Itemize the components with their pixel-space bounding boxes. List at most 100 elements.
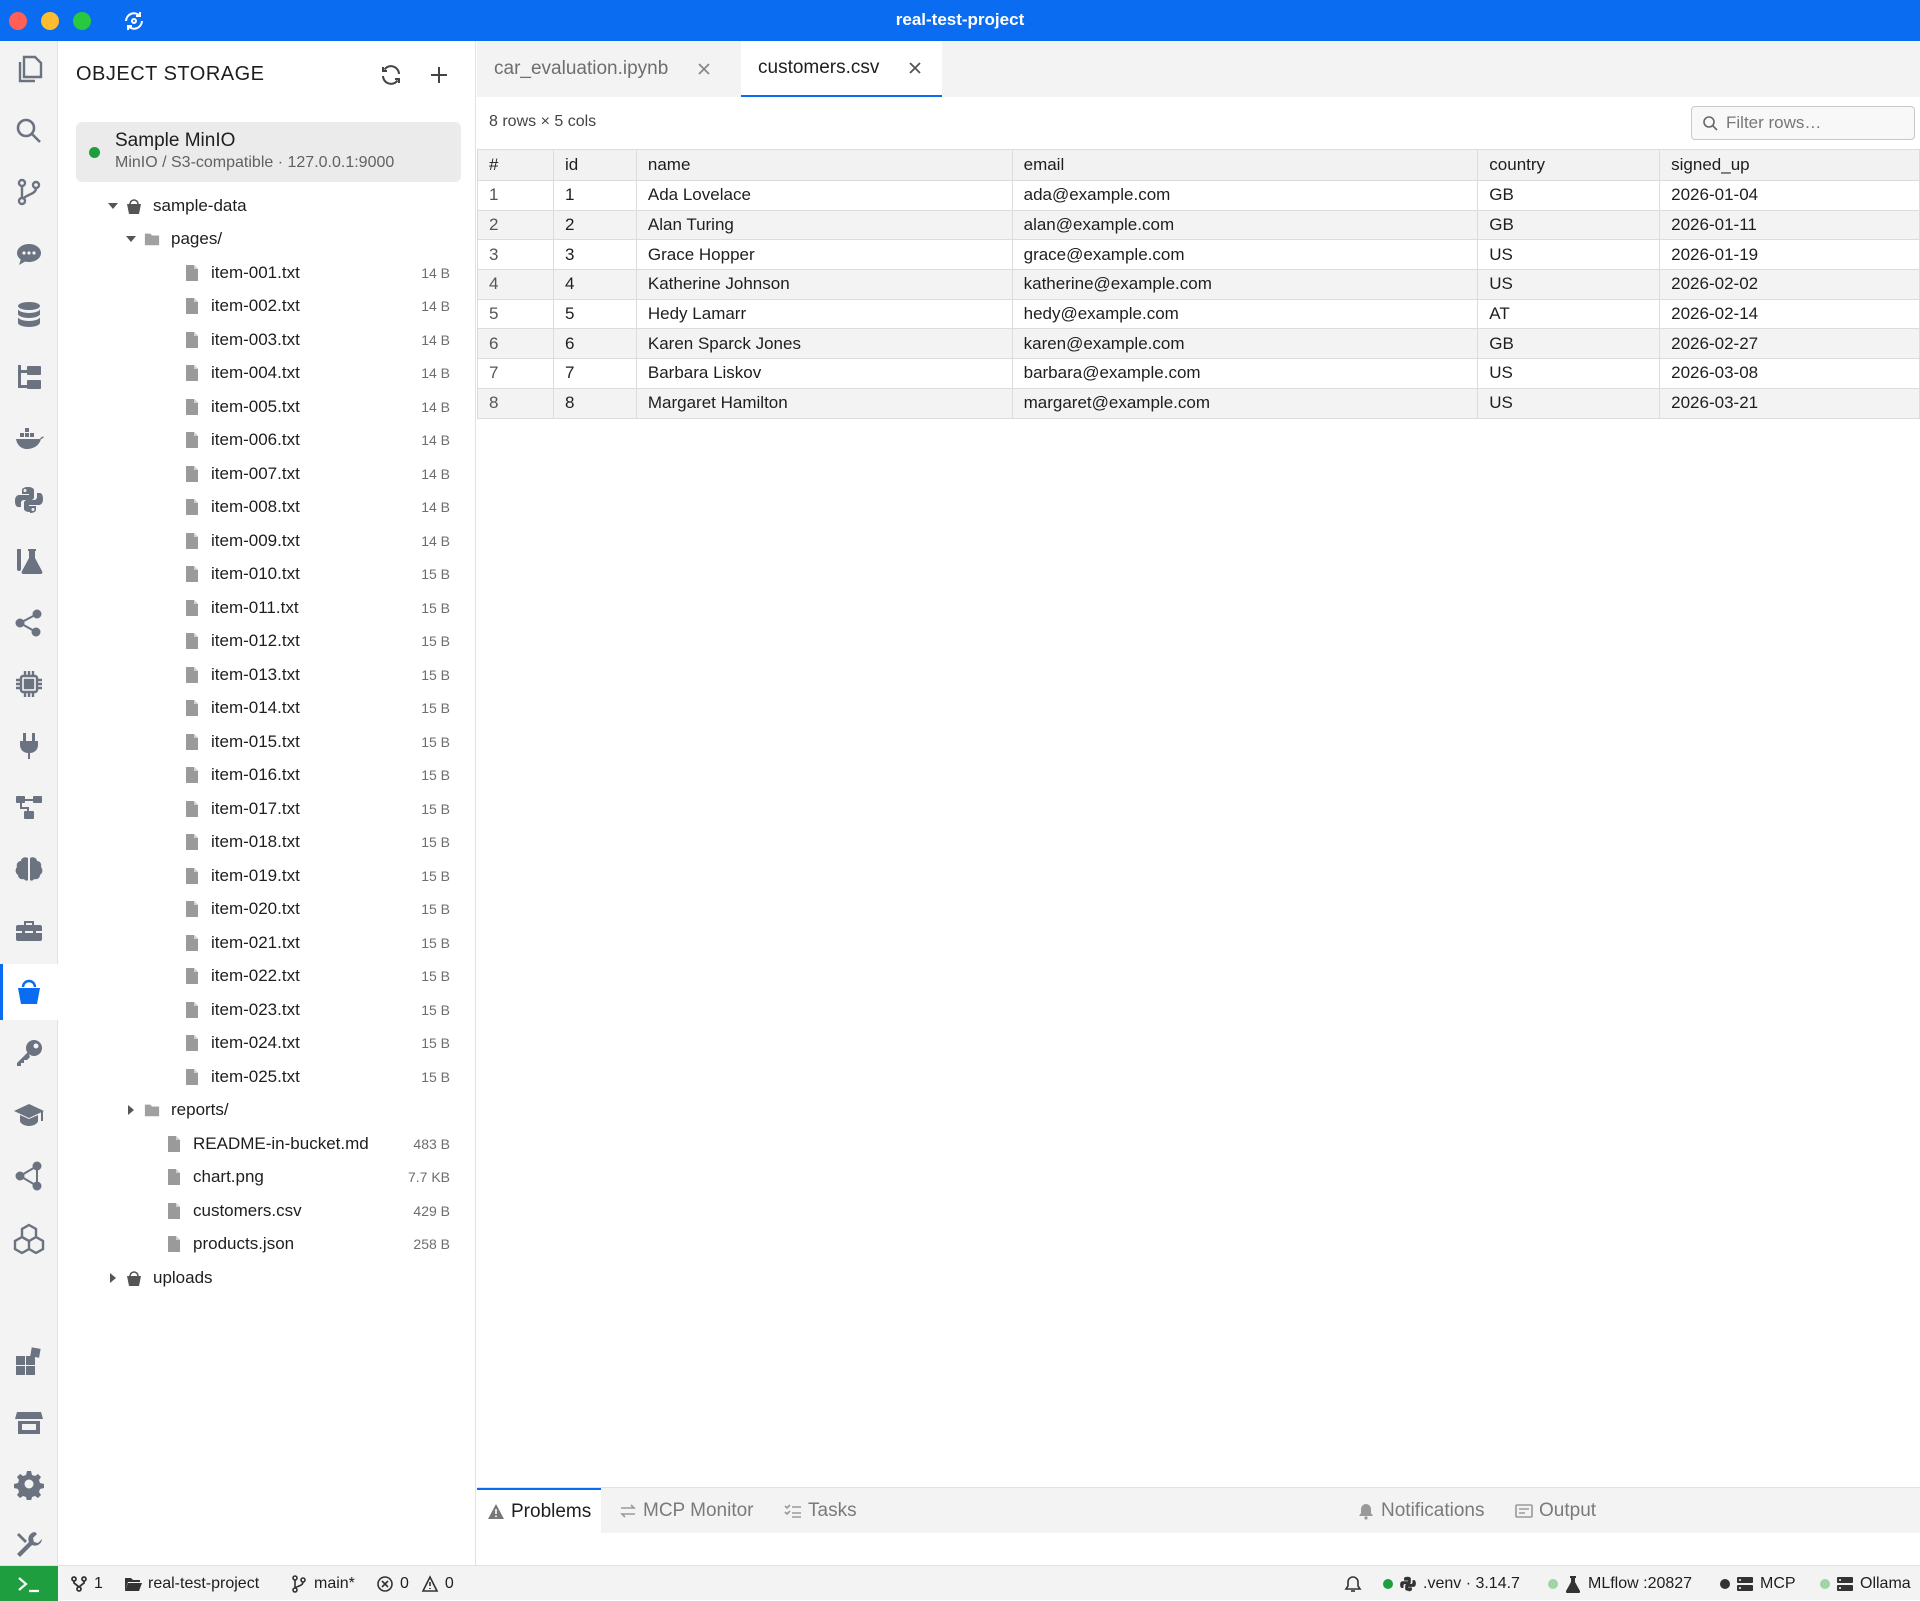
tab-notifications[interactable]: Notifications bbox=[1347, 1488, 1495, 1533]
branch-indicator[interactable]: main* bbox=[290, 1566, 355, 1601]
table-row[interactable]: 7 7 Barbara Liskov barbara@example.com US 202… bbox=[477, 358, 1920, 389]
tree-file-item[interactable]: item-020.txt 15 B bbox=[59, 893, 476, 927]
close-icon[interactable] bbox=[694, 59, 714, 79]
docker-icon[interactable] bbox=[0, 410, 58, 466]
graph-nodes-icon[interactable] bbox=[0, 595, 58, 651]
table-row[interactable]: 5 5 Hedy Lamarr hedy@example.com AT 2026-02-1… bbox=[477, 298, 1920, 330]
tree-file-item[interactable]: item-006.txt 14 B bbox=[59, 424, 476, 458]
table-row[interactable]: 3 3 Grace Hopper grace@example.com US 2026-01… bbox=[477, 239, 1920, 271]
tree-file-item[interactable]: chart.png 7.7 KB bbox=[59, 1161, 476, 1195]
tree-bucket-item[interactable]: uploads bbox=[59, 1261, 476, 1295]
project-indicator[interactable]: real-test-project bbox=[124, 1566, 259, 1601]
tree-bucket-item[interactable]: sample-data bbox=[59, 189, 476, 223]
close-icon[interactable] bbox=[905, 58, 925, 78]
tree-file-item[interactable]: item-005.txt 14 B bbox=[59, 390, 476, 424]
filter-rows-input[interactable] bbox=[1726, 113, 1906, 133]
search-icon[interactable] bbox=[0, 103, 58, 159]
add-connection-button[interactable] bbox=[425, 61, 453, 89]
tree-file-item[interactable]: item-007.txt 14 B bbox=[59, 457, 476, 491]
tree-file-item[interactable]: item-018.txt 15 B bbox=[59, 826, 476, 860]
tree-file-item[interactable]: item-010.txt 15 B bbox=[59, 558, 476, 592]
chip-icon[interactable] bbox=[0, 656, 58, 712]
source-control-icon[interactable] bbox=[0, 164, 58, 220]
table-cell: Karen Sparck Jones bbox=[635, 328, 1013, 360]
tab-output[interactable]: Output bbox=[1505, 1488, 1606, 1533]
tab-customers-csv[interactable]: customers.csv bbox=[741, 41, 943, 97]
terminal-button[interactable] bbox=[0, 1566, 58, 1601]
table-row[interactable]: 8 8 Margaret Hamilton margaret@example.com U… bbox=[477, 387, 1920, 419]
tree-file-item[interactable]: item-003.txt 14 B bbox=[59, 323, 476, 357]
file-icon bbox=[165, 1235, 183, 1253]
network-share-icon[interactable] bbox=[0, 1148, 58, 1204]
filter-rows-field[interactable] bbox=[1691, 106, 1915, 140]
tree-file-item[interactable]: item-008.txt 14 B bbox=[59, 491, 476, 525]
workflow-icon[interactable] bbox=[0, 779, 58, 835]
tree-file-item[interactable]: item-025.txt 15 B bbox=[59, 1060, 476, 1094]
connection-card[interactable]: Sample MinIO MinIO / S3-compatible · 127… bbox=[76, 122, 461, 182]
chevron-right-icon[interactable] bbox=[105, 1270, 121, 1286]
tree-file-item[interactable]: item-004.txt 14 B bbox=[59, 357, 476, 391]
lab-flask-icon[interactable] bbox=[0, 533, 58, 589]
tab-tasks[interactable]: Tasks bbox=[774, 1488, 867, 1533]
brain-icon[interactable] bbox=[0, 841, 58, 897]
column-header[interactable]: name bbox=[635, 149, 1013, 181]
chevron-down-icon[interactable] bbox=[123, 231, 139, 247]
explorer-icon[interactable] bbox=[0, 41, 58, 97]
tab-problems[interactable]: Problems bbox=[477, 1488, 602, 1533]
settings-gear-icon[interactable] bbox=[0, 1456, 58, 1512]
tree-file-item[interactable]: item-019.txt 15 B bbox=[59, 859, 476, 893]
chevron-right-icon[interactable] bbox=[123, 1102, 139, 1118]
python-env-indicator[interactable]: .venv · 3.14.7 bbox=[1383, 1566, 1520, 1601]
column-header[interactable]: signed_up bbox=[1659, 149, 1920, 181]
tree-file-item[interactable]: products.json 258 B bbox=[59, 1228, 476, 1262]
extensions-icon[interactable] bbox=[0, 1333, 58, 1389]
tree-file-item[interactable]: item-002.txt 14 B bbox=[59, 290, 476, 324]
tree-file-item[interactable]: item-001.txt 14 B bbox=[59, 256, 476, 290]
table-row[interactable]: 2 2 Alan Turing alan@example.com GB 2026-01-1… bbox=[477, 209, 1920, 241]
cubes-icon[interactable] bbox=[0, 1210, 58, 1266]
table-row[interactable]: 6 6 Karen Sparck Jones karen@example.com GB 2… bbox=[477, 328, 1920, 360]
table-row[interactable]: 4 4 Katherine Johnson katherine@example.com… bbox=[477, 269, 1920, 300]
database-icon[interactable] bbox=[0, 287, 58, 343]
column-header[interactable]: # bbox=[477, 149, 554, 181]
tree-file-item[interactable]: item-017.txt 15 B bbox=[59, 792, 476, 826]
tree-file-item[interactable]: item-022.txt 15 B bbox=[59, 960, 476, 994]
folder-tree-icon[interactable] bbox=[0, 349, 58, 405]
tab-car-evaluation[interactable]: car_evaluation.ipynb bbox=[477, 41, 731, 97]
graduation-cap-icon[interactable] bbox=[0, 1087, 58, 1143]
tree-file-item[interactable]: item-016.txt 15 B bbox=[59, 759, 476, 793]
tree-file-item[interactable]: item-009.txt 14 B bbox=[59, 524, 476, 558]
key-icon[interactable] bbox=[0, 1025, 58, 1081]
tree-file-item[interactable]: customers.csv 429 B bbox=[59, 1194, 476, 1228]
notifications-bell[interactable] bbox=[1344, 1566, 1368, 1601]
mcp-indicator[interactable]: MCP bbox=[1720, 1566, 1796, 1601]
column-header[interactable]: country bbox=[1477, 149, 1661, 181]
mlflow-indicator[interactable]: MLflow :20827 bbox=[1548, 1566, 1692, 1601]
ports-indicator[interactable]: 1 bbox=[70, 1566, 103, 1601]
column-header[interactable]: email bbox=[1011, 149, 1479, 181]
tree-file-item[interactable]: item-024.txt 15 B bbox=[59, 1027, 476, 1061]
plug-icon[interactable] bbox=[0, 718, 58, 774]
ollama-indicator[interactable]: Ollama bbox=[1820, 1566, 1911, 1601]
chevron-down-icon[interactable] bbox=[105, 198, 121, 214]
table-row[interactable]: 1 1 Ada Lovelace ada@example.com GB 2026-01-0… bbox=[477, 180, 1920, 211]
tree-file-item[interactable]: item-015.txt 15 B bbox=[59, 725, 476, 759]
toolbox-icon[interactable] bbox=[0, 902, 58, 958]
tree-file-item[interactable]: item-023.txt 15 B bbox=[59, 993, 476, 1027]
problems-indicator[interactable]: 0 0 bbox=[376, 1566, 454, 1601]
tree-file-item[interactable]: item-012.txt 15 B bbox=[59, 625, 476, 659]
tree-file-item[interactable]: item-011.txt 15 B bbox=[59, 591, 476, 625]
object-storage-bucket-icon[interactable] bbox=[0, 964, 58, 1020]
tree-folder-item[interactable]: reports/ bbox=[59, 1094, 476, 1128]
chat-icon[interactable] bbox=[0, 226, 58, 282]
tree-file-item[interactable]: README-in-bucket.md 483 B bbox=[59, 1127, 476, 1161]
tree-file-item[interactable]: item-013.txt 15 B bbox=[59, 658, 476, 692]
python-icon[interactable] bbox=[0, 472, 58, 528]
tree-folder-item[interactable]: pages/ bbox=[59, 223, 476, 257]
tree-file-item[interactable]: item-014.txt 15 B bbox=[59, 692, 476, 726]
marketplace-store-icon[interactable] bbox=[0, 1394, 58, 1450]
tree-file-item[interactable]: item-021.txt 15 B bbox=[59, 926, 476, 960]
column-header[interactable]: id bbox=[552, 149, 637, 181]
tab-mcp-monitor[interactable]: MCP Monitor bbox=[609, 1488, 764, 1533]
refresh-button[interactable] bbox=[377, 61, 405, 89]
